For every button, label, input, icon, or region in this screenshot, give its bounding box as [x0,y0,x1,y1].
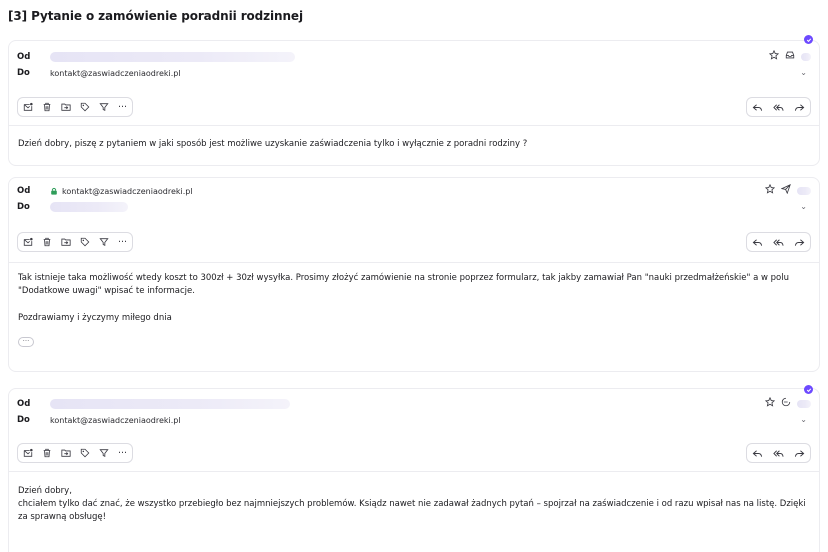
from-label: Od [17,52,31,62]
message-header: Od Do kontakt@zaswiadczeniaodreki.pl ⌄ ·… [9,41,819,126]
sender-address-text: kontakt@zaswiadczeniaodreki.pl [62,186,193,196]
to-label: Do [17,68,30,78]
recipient-address-redacted [50,202,128,212]
move-to-folder-icon[interactable] [56,233,75,251]
message-body: Dzień dobry, piszę z pytaniem w jaki spo… [9,126,819,161]
reply-all-icon[interactable] [768,98,789,116]
filter-icon[interactable] [94,444,113,462]
mark-unread-icon[interactable] [18,233,37,251]
message-body: Dzień dobry, chciałem tylko dać znać, że… [9,472,819,534]
chevron-down-icon[interactable]: ⌄ [800,202,807,211]
message-1[interactable]: Od Do kontakt@zaswiadczeniaodreki.pl ⌄ ·… [8,35,820,166]
inbox-icon [785,50,795,63]
show-quoted-button[interactable]: ··· [18,337,34,347]
from-row: Od [17,397,290,411]
forward-icon[interactable] [789,233,810,251]
chevron-down-icon[interactable]: ⌄ [800,68,807,77]
message-actions-corner [764,183,811,197]
to-row: Do [17,200,128,214]
from-row: Od [17,50,295,64]
body-paragraph: Tak istnieje taka możliwość wtedy koszt … [18,273,790,296]
date-redacted [797,399,811,408]
mark-unread-icon[interactable] [18,98,37,116]
star-icon[interactable] [764,396,776,410]
message-3[interactable]: Od Do kontakt@zaswiadczeniaodreki.pl ⌄ ·… [8,385,820,552]
trash-icon[interactable] [37,98,56,116]
forward-icon[interactable] [789,98,810,116]
lock-icon [50,187,58,195]
message-actions-corner [768,49,811,63]
move-to-folder-icon[interactable] [56,444,75,462]
to-label: Do [17,415,30,425]
message-toolbar: ··· [17,232,133,252]
message-actions-corner [764,396,811,410]
filter-icon[interactable] [94,98,113,116]
from-row: Od kontakt@zaswiadczeniaodreki.pl [17,184,193,198]
reply-toolbar [746,443,811,463]
message-body: Tak istnieje taka możliwość wtedy koszt … [9,263,819,358]
to-row: Do kontakt@zaswiadczeniaodreki.pl [17,413,181,427]
date-redacted [801,52,811,61]
body-paragraph: chciałem tylko dać znać, że wszystko prz… [18,499,806,522]
reply-icon[interactable] [747,98,768,116]
recipient-address[interactable]: kontakt@zaswiadczeniaodreki.pl [50,416,181,425]
star-icon[interactable] [768,49,780,63]
reply-icon[interactable] [747,444,768,462]
reply-indicator-icon [781,397,791,410]
message-header: Od Do kontakt@zaswiadczeniaodreki.pl ⌄ ·… [9,389,819,472]
label-tag-icon[interactable] [75,98,94,116]
sender-address-redacted [50,52,295,62]
message-toolbar: ··· [17,97,133,117]
forward-icon[interactable] [789,444,810,462]
star-icon[interactable] [764,183,776,197]
message-2[interactable]: Od kontakt@zaswiadczeniaodreki.pl Do ⌄ ·… [8,177,820,372]
more-options-button[interactable]: ··· [113,233,132,251]
sent-icon [780,184,791,197]
reply-icon[interactable] [747,233,768,251]
reply-all-icon[interactable] [768,444,789,462]
more-options-button[interactable]: ··· [113,444,132,462]
label-tag-icon[interactable] [75,233,94,251]
trash-icon[interactable] [37,233,56,251]
message-toolbar: ··· [17,443,133,463]
body-paragraph: Pozdrawiamy i życzymy miłego dnia [18,313,172,323]
more-options-button[interactable]: ··· [113,98,132,116]
reply-toolbar [746,97,811,117]
body-paragraph: Dzień dobry, [18,486,72,496]
reply-all-icon[interactable] [768,233,789,251]
reply-toolbar [746,232,811,252]
sender-address[interactable]: kontakt@zaswiadczeniaodreki.pl [50,187,193,196]
filter-icon[interactable] [94,233,113,251]
trash-icon[interactable] [37,444,56,462]
chevron-down-icon[interactable]: ⌄ [800,415,807,424]
to-row: Do kontakt@zaswiadczeniaodreki.pl [17,66,181,80]
thread-title: [3] Pytanie o zamówienie poradnii rodzin… [8,9,303,23]
from-label: Od [17,399,31,409]
from-label: Od [17,186,31,196]
mark-unread-icon[interactable] [18,444,37,462]
body-paragraph: Dzień dobry, piszę z pytaniem w jaki spo… [18,139,528,149]
message-header: Od kontakt@zaswiadczeniaodreki.pl Do ⌄ ·… [9,178,819,263]
date-redacted [797,186,811,195]
move-to-folder-icon[interactable] [56,98,75,116]
sender-address-redacted [50,399,290,409]
to-label: Do [17,202,30,212]
label-tag-icon[interactable] [75,444,94,462]
recipient-address[interactable]: kontakt@zaswiadczeniaodreki.pl [50,69,181,78]
